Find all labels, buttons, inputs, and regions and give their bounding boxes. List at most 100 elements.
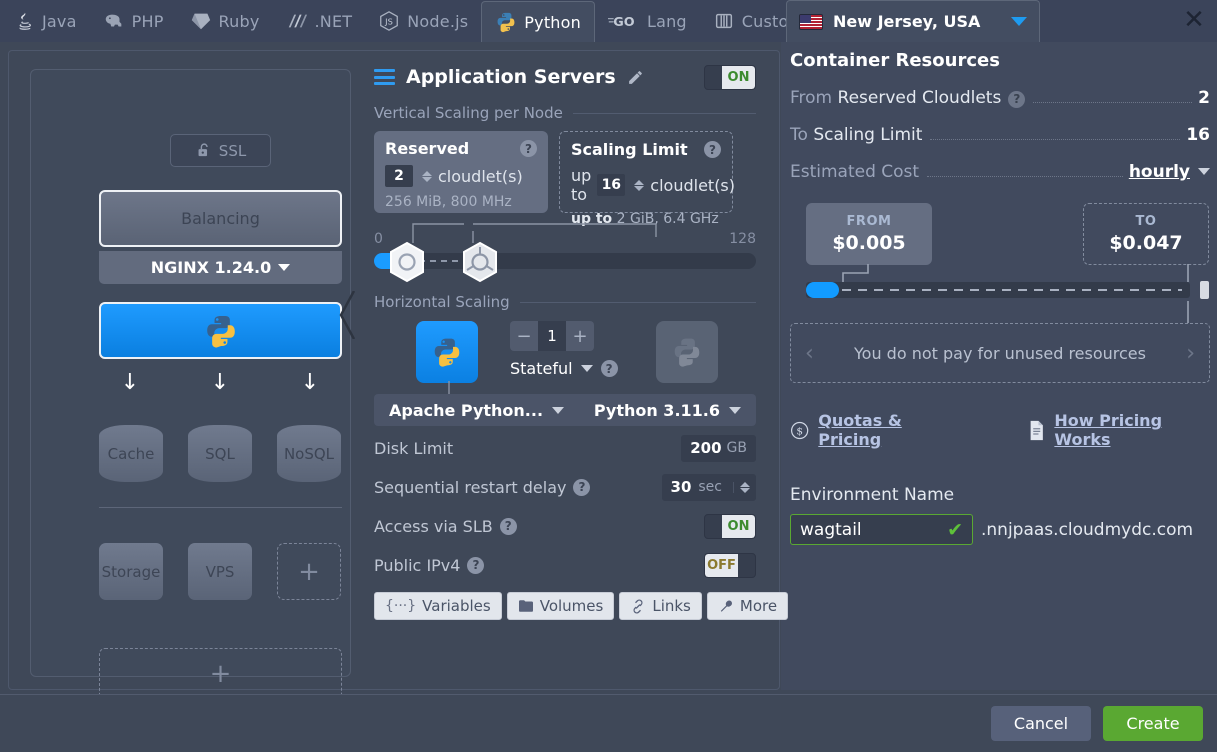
help-icon[interactable]: ? <box>704 141 721 158</box>
create-button[interactable]: Create <box>1103 706 1203 741</box>
tab-go-lang[interactable]: GO Lang <box>595 0 700 42</box>
how-pricing-works-link[interactable]: How Pricing Works <box>1028 411 1210 449</box>
increment-button[interactable]: + <box>566 321 594 351</box>
db-cache-node[interactable]: Cache <box>99 425 163 482</box>
hamburger-icon[interactable] <box>374 69 395 85</box>
node-label: Cache <box>107 444 155 463</box>
db-sql-node[interactable]: SQL <box>188 425 252 482</box>
decrement-button[interactable]: − <box>510 321 538 351</box>
node-enabled-toggle[interactable]: ON <box>704 64 756 90</box>
active-node-tile[interactable] <box>416 321 478 383</box>
topology-arrows: ↓ ↓ ↓ <box>99 370 342 404</box>
selection-connector <box>339 291 355 339</box>
tab-java[interactable]: Java <box>0 0 90 42</box>
cancel-button[interactable]: Cancel <box>991 706 1091 741</box>
python-icon <box>206 315 235 347</box>
balancer-label: Balancing <box>181 209 260 228</box>
pencil-icon[interactable] <box>627 69 644 86</box>
slider-track[interactable] <box>374 253 756 269</box>
dotted-leader <box>927 176 1123 177</box>
environment-name-input[interactable]: wagtail ✔ <box>790 514 973 545</box>
notice-leader-line <box>1187 301 1189 323</box>
row-label: Disk Limit <box>374 438 454 458</box>
chevron-down-icon[interactable] <box>1198 168 1210 175</box>
help-icon[interactable]: ? <box>1008 90 1026 108</box>
link-label: How Pricing Works <box>1054 411 1163 449</box>
price-range-slider[interactable] <box>790 281 1210 302</box>
reserved-value[interactable]: 2 <box>385 165 413 187</box>
extras-row: Storage VPS + <box>99 543 342 600</box>
add-node-button[interactable]: + <box>99 648 342 700</box>
access-slb-toggle[interactable]: ON <box>704 513 756 539</box>
quotas-pricing-link[interactable]: $ Quotas & Pricing <box>790 411 958 449</box>
tab-python[interactable]: Python <box>481 1 595 42</box>
slider-handle-reserved[interactable] <box>386 241 428 283</box>
scaling-limit-stepper[interactable] <box>634 179 645 191</box>
help-icon[interactable]: ? <box>467 556 485 574</box>
chevron-down-icon[interactable] <box>580 365 593 372</box>
tab-label: Ruby <box>218 11 260 31</box>
volumes-button[interactable]: Volumes <box>506 592 615 620</box>
chevron-right-icon[interactable]: › <box>1186 341 1195 366</box>
node-label: Storage <box>101 562 161 581</box>
reserved-stepper[interactable] <box>422 170 432 182</box>
slider-min-label: 0 <box>374 231 383 247</box>
help-icon[interactable]: ? <box>499 517 517 535</box>
more-button[interactable]: More <box>706 592 789 620</box>
folder-icon <box>518 600 533 612</box>
balancer-node[interactable]: Balancing <box>99 190 342 247</box>
disk-limit-value[interactable]: 200 GB <box>681 434 756 462</box>
reserved-card[interactable]: Reserved ? 2 cloudlet(s) 256 MiB, 800 MH… <box>374 131 548 213</box>
price-slider-handle[interactable] <box>1200 281 1209 299</box>
public-ipv4-toggle[interactable]: OFF <box>704 552 756 578</box>
scaling-limit-prefix: up to <box>571 166 592 204</box>
price-to-card[interactable]: TO $0.047 <box>1083 203 1209 265</box>
scaling-mode-label[interactable]: Stateful <box>510 359 573 378</box>
variables-icon: {···} <box>385 598 417 614</box>
help-icon[interactable]: ? <box>600 360 618 377</box>
add-node-tile[interactable] <box>655 321 718 383</box>
environment-domain-suffix: .nnjpaas.cloudmydc.com <box>981 519 1194 540</box>
chevron-left-icon[interactable]: ‹ <box>805 341 814 366</box>
restart-delay-stepper[interactable] <box>733 481 756 493</box>
label-text: Access via SLB <box>374 516 493 536</box>
engine-version-selector[interactable]: Python 3.11.6 <box>594 401 741 420</box>
balancer-stack-selector[interactable]: NGINX 1.24.0 <box>99 251 342 284</box>
node-count-stepper[interactable]: − 1 + <box>510 321 594 351</box>
scaling-limit-value[interactable]: 16 <box>597 174 626 196</box>
stack-name-selector[interactable]: Apache Python... <box>389 401 565 420</box>
variables-button[interactable]: {···} Variables <box>374 592 502 620</box>
add-extra-node-button[interactable]: + <box>277 543 341 600</box>
tab-ruby[interactable]: Ruby <box>177 0 273 42</box>
container-resources-panel: Container Resources From Reserved Cloudl… <box>790 50 1210 690</box>
chevron-down-icon[interactable] <box>1011 17 1027 26</box>
cloudlet-range-slider[interactable]: 0 128 <box>374 223 756 283</box>
price-from-card[interactable]: FROM $0.005 <box>806 203 932 265</box>
restart-delay-value[interactable]: 30 sec <box>661 473 756 501</box>
slider-handle-limit[interactable] <box>459 241 501 283</box>
app-server-node[interactable] <box>99 302 342 359</box>
help-icon[interactable]: ? <box>573 478 591 496</box>
tab-label: Python <box>524 12 581 32</box>
db-nosql-node[interactable]: NoSQL <box>277 425 341 482</box>
tab-php[interactable]: PHP <box>90 0 177 42</box>
from-value: 2 <box>1198 88 1210 108</box>
node-count-value[interactable]: 1 <box>538 321 566 351</box>
divider <box>519 301 756 303</box>
pricing-notice-text: You do not pay for unused resources <box>854 343 1146 363</box>
scaling-limit-card[interactable]: Scaling Limit ? up to 16 cloudlet(s) up … <box>559 131 735 227</box>
group-label: Vertical Scaling per Node <box>374 104 563 122</box>
cost-period-selector[interactable]: hourly <box>1129 162 1190 182</box>
close-button[interactable]: ✕ <box>1183 7 1205 33</box>
region-selector-tab[interactable]: New Jersey, USA <box>786 0 1040 42</box>
tab-dotnet[interactable]: .NET <box>273 0 366 42</box>
divider <box>572 112 756 114</box>
help-icon[interactable]: ? <box>520 140 537 157</box>
tab-nodejs[interactable]: JS Node.js <box>365 0 481 42</box>
links-button[interactable]: Links <box>619 592 702 620</box>
to-scaling-limit-row: To Scaling Limit 16 <box>790 125 1210 145</box>
ssl-button[interactable]: SSL <box>170 134 271 167</box>
storage-node[interactable]: Storage <box>99 543 163 600</box>
vps-node[interactable]: VPS <box>188 543 252 600</box>
reserved-title: Reserved <box>385 139 470 158</box>
